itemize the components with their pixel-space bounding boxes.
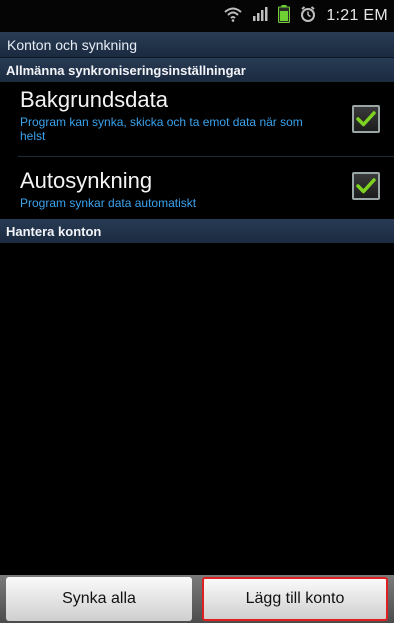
status-bar: 1:21 EM [0, 0, 394, 32]
setting-auto-sync[interactable]: Autosynkning Program synkar data automat… [0, 168, 394, 210]
status-time: 1:21 EM [326, 7, 388, 24]
setting-title: Bakgrundsdata [20, 87, 168, 112]
alarm-icon [300, 5, 316, 27]
setting-background-data[interactable]: Bakgrundsdata Program kan synka, skicka … [0, 87, 394, 143]
check-icon [356, 111, 376, 127]
setting-title: Autosynkning [20, 168, 153, 193]
wifi-icon [224, 6, 242, 27]
bottom-action-bar: Synka alla Lägg till konto [0, 575, 394, 623]
section-header-general: Allmänna synkroniseringsinställningar [0, 58, 394, 82]
page-title: Konton och synkning [0, 32, 394, 58]
section-header-accounts: Hantera konton [0, 219, 394, 243]
background-data-checkbox[interactable] [352, 105, 380, 133]
battery-icon [278, 4, 291, 28]
divider [18, 156, 394, 157]
signal-icon [252, 6, 268, 27]
auto-sync-checkbox[interactable] [352, 172, 380, 200]
add-account-button[interactable]: Lägg till konto [202, 577, 388, 621]
sync-all-button[interactable]: Synka alla [6, 577, 192, 621]
check-icon [356, 178, 376, 194]
setting-description: Program kan synka, skicka och ta emot da… [20, 115, 303, 143]
setting-description: Program synkar data automatiskt [20, 196, 197, 210]
